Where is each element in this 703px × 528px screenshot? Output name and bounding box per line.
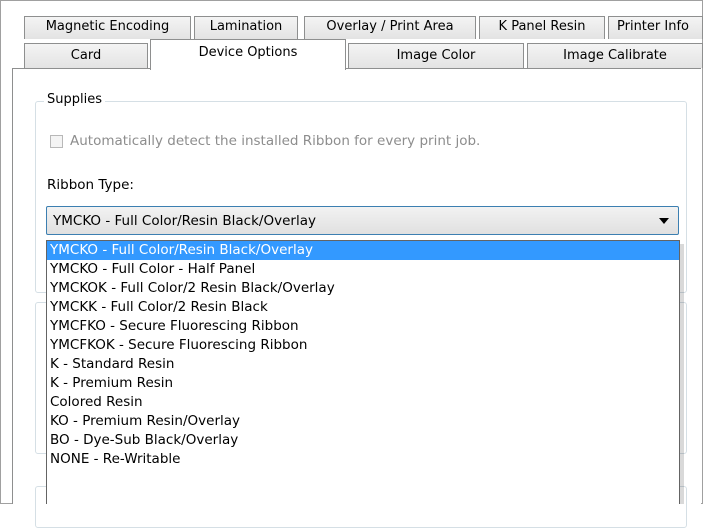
ribbon-option[interactable]: BO - Dye-Sub Black/Overlay — [47, 431, 679, 450]
ribbon-option[interactable]: YMCFKO - Secure Fluorescing Ribbon — [47, 317, 679, 336]
tab-image-color[interactable]: Image Color — [348, 43, 524, 68]
ribbon-option[interactable]: YMCKO - Full Color - Half Panel — [47, 260, 679, 279]
ribbon-option[interactable]: K - Standard Resin — [47, 355, 679, 374]
chevron-down-icon[interactable] — [659, 218, 669, 224]
auto-detect-label: Automatically detect the installed Ribbo… — [70, 133, 481, 149]
supplies-legend: Supplies — [44, 92, 105, 107]
auto-detect-checkbox[interactable] — [50, 134, 63, 148]
dropdown-shadow — [680, 244, 684, 504]
ribbon-option[interactable]: K - Premium Resin — [47, 374, 679, 393]
ribbon-type-value: YMCKO - Full Color/Resin Black/Overlay — [53, 213, 316, 229]
tab-image-calibrate[interactable]: Image Calibrate — [527, 43, 703, 68]
ribbon-option[interactable]: KO - Premium Resin/Overlay — [47, 412, 679, 431]
auto-detect-row: Automatically detect the installed Ribbo… — [50, 133, 480, 149]
ribbon-type-combobox[interactable]: YMCKO - Full Color/Resin Black/Overlay — [46, 206, 679, 235]
ribbon-option[interactable]: YMCFKOK - Secure Fluorescing Ribbon — [47, 336, 679, 355]
ribbon-option[interactable]: YMCKK - Full Color/2 Resin Black — [47, 298, 679, 317]
ribbon-option[interactable]: NONE - Re-Writable — [47, 450, 679, 469]
ribbon-type-label: Ribbon Type: — [47, 177, 134, 193]
ribbon-option[interactable]: Colored Resin — [47, 393, 679, 412]
tab-lamination[interactable]: Lamination — [194, 16, 298, 39]
ribbon-type-dropdown-list[interactable]: YMCKO - Full Color/Resin Black/Overlay Y… — [46, 240, 680, 504]
tab-printer-info[interactable]: Printer Info — [608, 16, 703, 39]
tab-magnetic-encoding[interactable]: Magnetic Encoding — [24, 16, 191, 39]
tab-device-options[interactable]: Device Options — [150, 39, 346, 70]
ribbon-option[interactable]: YMCKO - Full Color/Resin Black/Overlay — [47, 241, 679, 260]
tab-card[interactable]: Card — [24, 43, 148, 68]
tab-k-panel-resin[interactable]: K Panel Resin — [479, 16, 605, 39]
ribbon-option[interactable]: YMCKOK - Full Color/2 Resin Black/Overla… — [47, 279, 679, 298]
tab-overlay-print-area[interactable]: Overlay / Print Area — [304, 16, 476, 39]
